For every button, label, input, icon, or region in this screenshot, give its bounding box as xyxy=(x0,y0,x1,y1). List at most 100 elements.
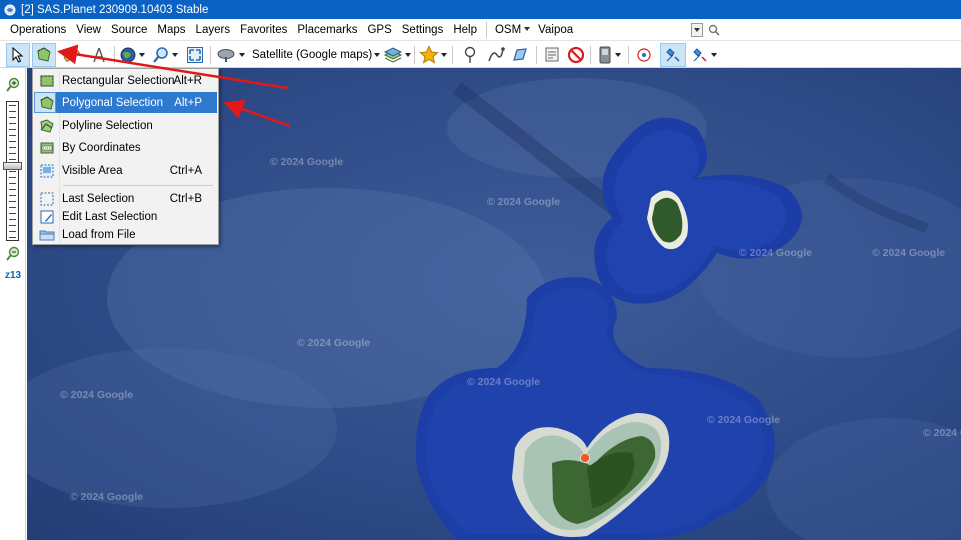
placemark-manager-button[interactable] xyxy=(540,43,564,67)
add-polygon-button[interactable] xyxy=(508,43,532,67)
menu-item-polyline-selection[interactable]: Polyline Selection xyxy=(34,115,217,136)
globe-icon xyxy=(120,47,136,63)
map-watermark: © 2024 Google xyxy=(739,247,813,259)
menu-item-label: By Coordinates xyxy=(62,141,141,154)
menu-item-polygonal-selection[interactable]: Polygonal Selection Alt+P xyxy=(34,92,217,113)
menu-layers[interactable]: Layers xyxy=(191,24,236,36)
menu-gps[interactable]: GPS xyxy=(362,24,396,36)
map-type-selector[interactable]: Satellite (Google maps) xyxy=(248,43,381,67)
map-watermark: © 2024 Google xyxy=(297,337,371,349)
location-marker-icon xyxy=(580,453,590,463)
menu-item-label: Load from File xyxy=(62,228,136,241)
zoom-panel: z13 xyxy=(0,68,26,540)
menu-settings[interactable]: Settings xyxy=(397,24,449,36)
menu-item-visible-area[interactable]: Visible Area Ctrl+A xyxy=(34,160,217,181)
add-placemark-button[interactable] xyxy=(458,43,482,67)
menu-operations[interactable]: Operations xyxy=(0,24,71,36)
zoom-out-icon[interactable] xyxy=(5,246,21,262)
zoom-tick xyxy=(9,129,16,130)
fullscreen-button[interactable] xyxy=(184,43,206,67)
view-mode-button[interactable] xyxy=(118,43,146,67)
zoom-tick xyxy=(9,219,16,220)
polygonal-selection-icon xyxy=(39,95,54,110)
search-history-button[interactable] xyxy=(691,22,704,37)
menu-item-load-from-file[interactable]: Load from File xyxy=(34,224,217,245)
polygon-icon xyxy=(513,48,527,61)
compass-icon xyxy=(93,47,105,63)
zoom-tick xyxy=(9,231,16,232)
magnifier-icon xyxy=(153,47,168,63)
menu-favorites[interactable]: Favorites xyxy=(235,24,292,36)
selection-tool-button[interactable] xyxy=(32,43,56,67)
favorites-button[interactable] xyxy=(418,43,448,67)
polyline-selection-icon xyxy=(39,118,54,133)
pin-icon xyxy=(464,46,476,63)
gps-track-button[interactable] xyxy=(632,43,656,67)
chevron-down-icon xyxy=(139,53,145,57)
rectangular-selection-icon xyxy=(40,75,53,86)
map-type-label: Satellite (Google maps) xyxy=(252,49,373,61)
gps-options-button[interactable] xyxy=(688,43,720,67)
zoom-tick xyxy=(9,225,16,226)
menu-separator xyxy=(485,21,487,38)
zoom-tick xyxy=(9,105,16,106)
star-icon xyxy=(419,45,439,64)
zoom-in-icon[interactable] xyxy=(5,77,21,93)
draw-tool-button[interactable] xyxy=(88,43,110,67)
menu-bar: Operations View Source Maps Layers Favor… xyxy=(0,19,961,41)
ruler-icon xyxy=(63,48,80,63)
menu-help[interactable]: Help xyxy=(448,24,482,36)
menu-maps[interactable]: Maps xyxy=(152,24,190,36)
coordinates-selection-icon xyxy=(40,142,53,153)
map-watermark: © 2024 Google xyxy=(467,376,541,388)
zoom-slider-thumb[interactable] xyxy=(3,162,22,170)
chevron-down-icon xyxy=(172,53,178,57)
move-tool-button[interactable] xyxy=(6,43,30,67)
menu-source[interactable]: Source xyxy=(106,24,152,36)
selection-menu: Rectangular Selection Alt+R Polygonal Se… xyxy=(32,68,219,245)
hide-placemarks-button[interactable] xyxy=(564,43,588,67)
gps-track-icon xyxy=(637,48,651,62)
chevron-down-icon xyxy=(524,27,531,32)
zoom-tick xyxy=(9,213,16,214)
chevron-down-icon xyxy=(405,53,411,57)
zoom-tick xyxy=(9,177,16,178)
gps-follow-button[interactable] xyxy=(660,43,686,67)
folder-icon xyxy=(39,230,54,240)
fullscreen-icon xyxy=(187,47,203,63)
satellite-layer-button[interactable] xyxy=(216,43,246,67)
zoom-tick xyxy=(9,147,16,148)
layers-icon xyxy=(383,47,403,63)
zoom-tool-button[interactable] xyxy=(150,43,180,67)
toolbar-separator xyxy=(114,46,115,64)
zoom-tick xyxy=(9,135,16,136)
ruler-tool-button[interactable] xyxy=(60,43,82,67)
zoom-tick xyxy=(9,111,16,112)
toolbar-separator xyxy=(414,46,415,64)
edit-selection-icon xyxy=(40,210,53,223)
gps-satellite-icon xyxy=(693,48,707,62)
add-path-button[interactable] xyxy=(484,43,508,67)
map-watermark: © 2024 Google xyxy=(707,414,781,426)
geocoder-selector[interactable]: OSM xyxy=(491,24,534,36)
forbidden-icon xyxy=(567,46,585,64)
zoom-slider-track[interactable] xyxy=(6,101,19,241)
zoom-tick xyxy=(9,207,16,208)
toolbar-separator xyxy=(536,46,537,64)
menu-item-label: Polyline Selection xyxy=(62,119,153,132)
chevron-down-icon xyxy=(694,27,701,32)
menu-item-rectangular-selection[interactable]: Rectangular Selection Alt+R xyxy=(34,70,217,91)
menu-item-by-coordinates[interactable]: By Coordinates xyxy=(34,137,217,158)
gps-device-icon xyxy=(599,46,611,64)
app-icon xyxy=(4,4,16,15)
menu-view[interactable]: View xyxy=(71,24,106,36)
gps-button[interactable] xyxy=(594,43,624,67)
search-icon[interactable] xyxy=(708,24,720,36)
zoom-tick xyxy=(9,183,16,184)
search-input[interactable] xyxy=(536,21,692,38)
layers-button[interactable] xyxy=(382,43,412,67)
path-icon xyxy=(488,47,505,62)
toolbar-separator xyxy=(590,46,591,64)
zoom-tick xyxy=(9,201,16,202)
menu-placemarks[interactable]: Placemarks xyxy=(292,24,362,36)
